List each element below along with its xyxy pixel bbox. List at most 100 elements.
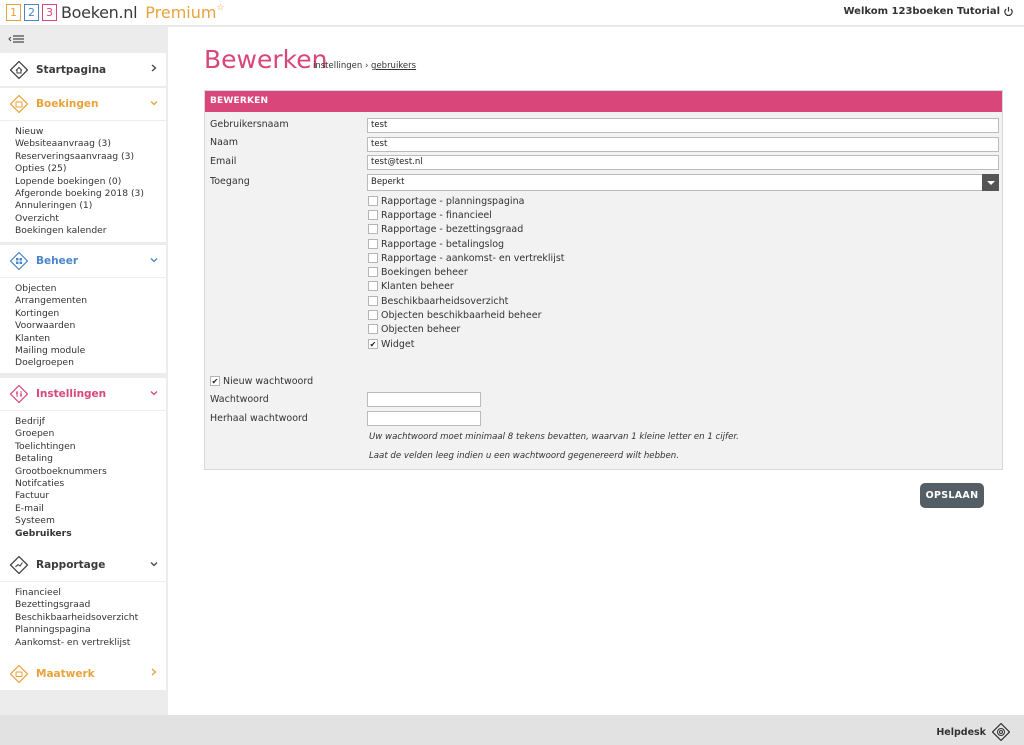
sidebar-link-email[interactable]: E-mail — [15, 503, 166, 515]
checkbox[interactable]: ✔ — [368, 339, 378, 349]
sidebar-section-instellingen: Instellingen Bedrijf Groepen Toelichting… — [0, 378, 166, 568]
access-select[interactable]: Beperkt — [367, 174, 999, 191]
sidebar-link-afgeronde-boeking[interactable]: Afgeronde boeking 2018 (3) — [15, 188, 166, 200]
username-input[interactable]: test — [367, 118, 999, 133]
sidebar-link-opties[interactable]: Opties (25) — [15, 163, 166, 175]
breadcrumb-parent[interactable]: instellingen — [313, 61, 362, 71]
sidebar-link-websiteaanvraag[interactable]: Websiteaanvraag (3) — [15, 138, 166, 150]
permission-row[interactable]: Rapportage - financieel — [368, 209, 492, 221]
permission-row[interactable]: Boekingen beheer — [368, 266, 468, 278]
permission-label: Rapportage - bezettingsgraad — [381, 223, 524, 235]
helpdesk-link[interactable]: Helpdesk — [936, 723, 1010, 741]
sidebar-link-aankomst-vertreklijst[interactable]: Aankomst- en vertreklijst — [15, 637, 166, 649]
permission-row[interactable]: Rapportage - aankomst- en vertreklijst — [368, 252, 565, 264]
sidebar-link-arrangementen[interactable]: Arrangementen — [15, 295, 166, 307]
checkbox[interactable] — [368, 281, 378, 291]
sidebar-item-maatwerk[interactable]: Maatwerk — [0, 657, 166, 690]
new-password-label: Nieuw wachtwoord — [223, 375, 314, 387]
sidebar-item-startpagina[interactable]: Startpagina — [0, 53, 166, 86]
section-title: Boekingen — [36, 98, 99, 110]
permission-label: Objecten beschikbaarheid beheer — [381, 309, 542, 321]
sidebar-link-doelgroepen[interactable]: Doelgroepen — [15, 357, 166, 369]
section-title: Maatwerk — [36, 667, 95, 680]
permission-label: Objecten beheer — [381, 323, 461, 335]
logo-digit-3: 3 — [42, 4, 57, 21]
sidebar-link-objecten[interactable]: Objecten — [15, 283, 166, 295]
permission-row[interactable]: Objecten beheer — [368, 323, 460, 335]
sidebar-link-factuur[interactable]: Factuur — [15, 490, 166, 502]
footer: Helpdesk — [0, 715, 1024, 745]
breadcrumb-separator: › — [364, 61, 369, 71]
permission-label: Klanten beheer — [381, 280, 454, 292]
breadcrumb-current[interactable]: gebruikers — [371, 61, 416, 71]
lifebuoy-icon[interactable] — [992, 723, 1010, 741]
sidebar-link-toelichtingen[interactable]: Toelichtingen — [15, 441, 166, 453]
page-title: Bewerken — [204, 45, 328, 74]
section-title: Beheer — [36, 255, 79, 267]
permission-row[interactable]: ✔ Widget — [368, 338, 414, 350]
sidebar-item-instellingen[interactable]: Instellingen — [0, 378, 166, 411]
sidebar-item-beheer[interactable]: Beheer — [0, 245, 166, 278]
sidebar-section-boekingen: Boekingen Nieuw Websiteaanvraag (3) Rese… — [0, 88, 166, 242]
checkbox[interactable] — [368, 239, 378, 249]
new-password-checkbox[interactable]: ✔ — [210, 376, 220, 386]
permission-row[interactable]: Beschikbaarheidsoverzicht — [368, 295, 508, 307]
rapportage-items: Financieel Bezettingsgraad Beschikbaarhe… — [0, 582, 166, 655]
checkbox[interactable] — [368, 267, 378, 277]
checkbox[interactable] — [368, 210, 378, 220]
menu-collapse-icon[interactable] — [8, 33, 24, 45]
sidebar-link-boekingen-kalender[interactable]: Boekingen kalender — [15, 225, 166, 237]
settings-icon — [10, 385, 28, 403]
sidebar-link-voorwaarden[interactable]: Voorwaarden — [15, 320, 166, 332]
sidebar-link-nieuw[interactable]: Nieuw — [15, 126, 166, 138]
helpdesk-label: Helpdesk — [936, 726, 986, 738]
sidebar-link-groepen[interactable]: Groepen — [15, 428, 166, 440]
checkbox[interactable] — [368, 224, 378, 234]
sidebar-link-mailing-module[interactable]: Mailing module — [15, 345, 166, 357]
username-label: Gebruikersnaam — [210, 119, 289, 130]
sidebar-link-betaling[interactable]: Betaling — [15, 453, 166, 465]
permission-row[interactable]: Rapportage - betalingslog — [368, 238, 504, 250]
email-input[interactable]: test@test.nl — [367, 155, 999, 170]
sidebar-link-beschikbaarheidsoverzicht[interactable]: Beschikbaarheidsoverzicht — [15, 612, 166, 624]
power-icon[interactable] — [1003, 6, 1014, 17]
sidebar-link-bezettingsgraad[interactable]: Bezettingsgraad — [15, 599, 166, 611]
sidebar-link-grootboeknummers[interactable]: Grootboeknummers — [15, 466, 166, 478]
checkbox[interactable] — [368, 310, 378, 320]
permission-row[interactable]: Rapportage - bezettingsgraad — [368, 223, 523, 235]
logo[interactable]: 1 2 3 Boeken.nl Premium ☆ — [6, 3, 225, 22]
new-password-row[interactable]: ✔ Nieuw wachtwoord — [210, 375, 313, 387]
checkbox[interactable] — [368, 324, 378, 334]
dropdown-arrow-icon[interactable] — [982, 174, 999, 191]
sidebar-link-gebruikers[interactable]: Gebruikers — [15, 528, 166, 540]
sidebar-item-boekingen[interactable]: Boekingen — [0, 88, 166, 121]
chevron-down-icon — [150, 258, 158, 263]
sidebar-item-rapportage[interactable]: Rapportage — [0, 549, 166, 582]
sidebar-link-overzicht[interactable]: Overzicht — [15, 213, 166, 225]
checkbox[interactable] — [368, 196, 378, 206]
permission-row[interactable]: Rapportage - planningspagina — [368, 195, 524, 207]
sidebar-link-kortingen[interactable]: Kortingen — [15, 308, 166, 320]
sidebar-link-systeem[interactable]: Systeem — [15, 515, 166, 527]
permission-row[interactable]: Objecten beschikbaarheid beheer — [368, 309, 542, 321]
sidebar-link-klanten[interactable]: Klanten — [15, 333, 166, 345]
sidebar-link-annuleringen[interactable]: Annuleringen (1) — [15, 200, 166, 212]
password-input[interactable] — [367, 392, 481, 407]
checkbox[interactable] — [368, 296, 378, 306]
permission-row[interactable]: Klanten beheer — [368, 280, 454, 292]
name-input[interactable]: test — [367, 137, 999, 152]
repeat-password-input[interactable] — [367, 411, 481, 426]
sidebar-link-notifcaties[interactable]: Notifcaties — [15, 478, 166, 490]
save-button[interactable]: OPSLAAN — [920, 483, 984, 508]
logo-digit-1: 1 — [6, 4, 21, 21]
logo-edition: Premium — [145, 3, 217, 22]
sidebar-link-reserveringsaanvraag[interactable]: Reserveringsaanvraag (3) — [15, 151, 166, 163]
permission-label: Rapportage - aankomst- en vertreklijst — [381, 252, 565, 264]
sidebar-link-bedrijf[interactable]: Bedrijf — [15, 416, 166, 428]
sidebar-link-lopende-boekingen[interactable]: Lopende boekingen (0) — [15, 176, 166, 188]
checkbox[interactable] — [368, 253, 378, 263]
logo-digit-2: 2 — [24, 4, 39, 21]
sidebar-link-planningspagina[interactable]: Planningspagina — [15, 624, 166, 636]
sidebar-link-financieel[interactable]: Financieel — [15, 587, 166, 599]
custom-icon — [10, 664, 28, 683]
